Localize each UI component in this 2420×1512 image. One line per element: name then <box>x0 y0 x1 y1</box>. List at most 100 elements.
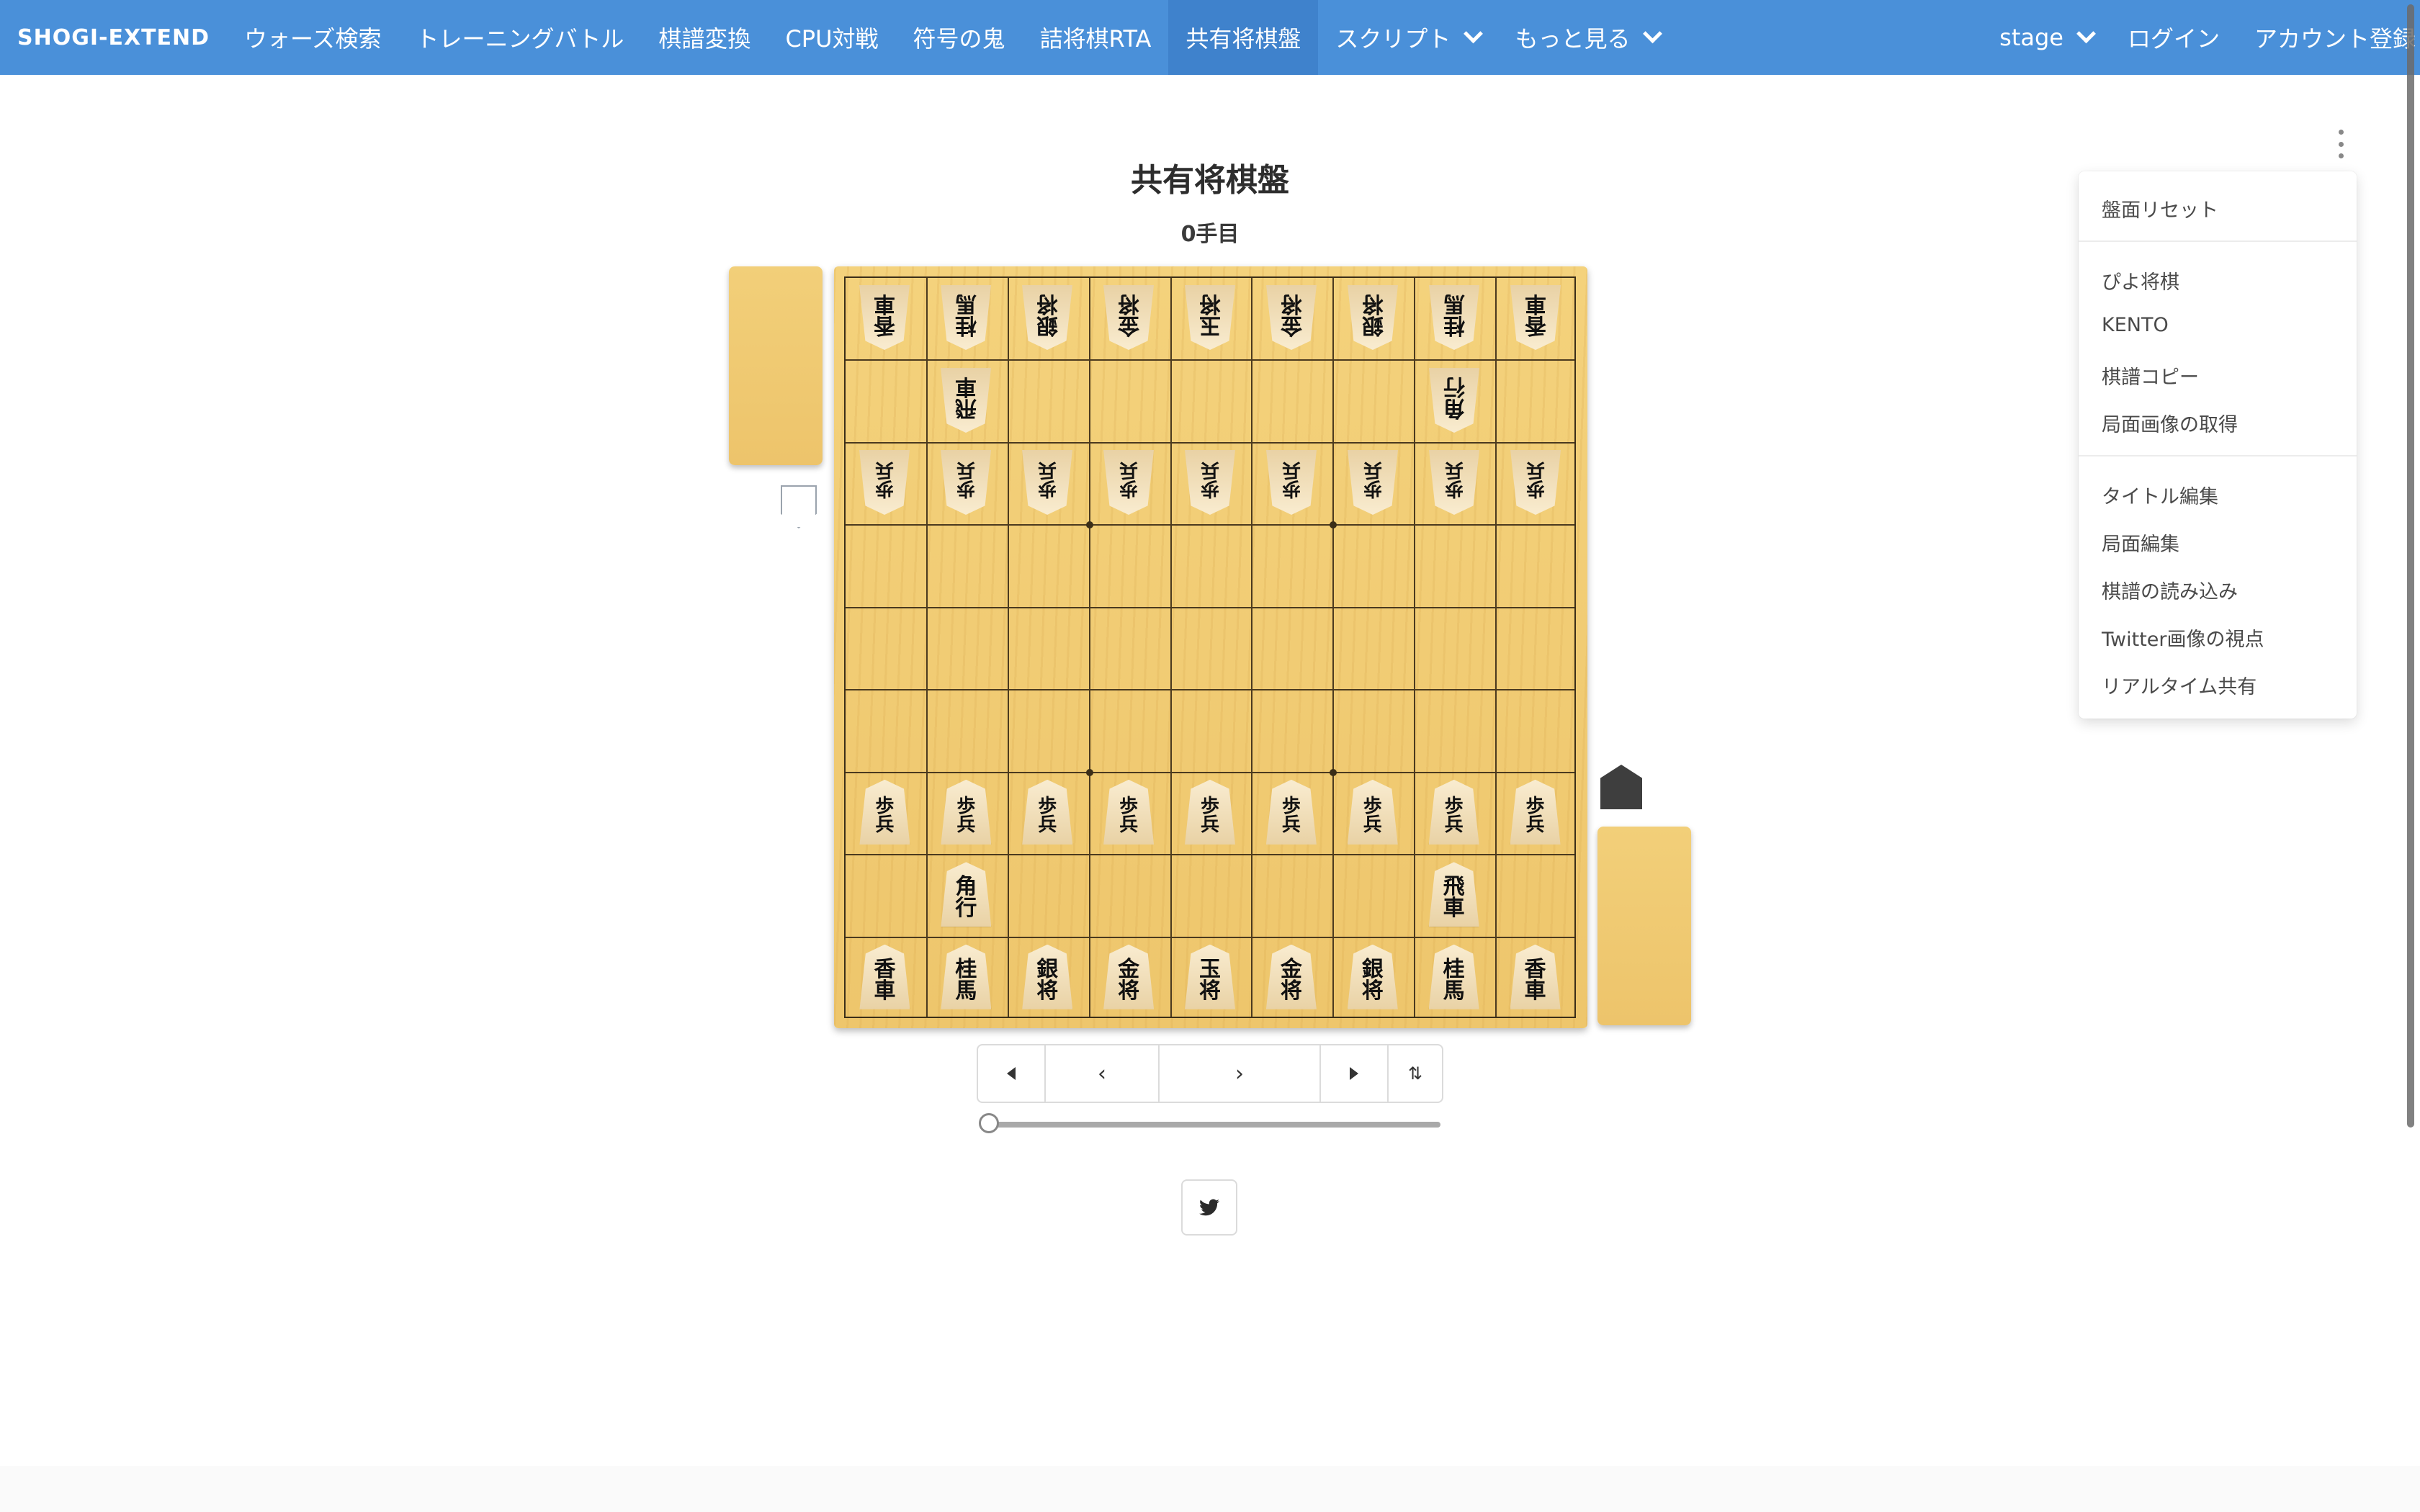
flip-board-icon: ⇅ <box>1407 1063 1423 1084</box>
menu-item-load-kifu[interactable]: 棋譜の読み込み <box>2102 576 2238 604</box>
next-move-button[interactable]: › <box>1160 1045 1321 1102</box>
sente-piece[interactable]: 銀将 <box>1345 943 1400 1011</box>
nav-label: 詰将棋RTA <box>1039 25 1152 53</box>
menu-item-edit-position[interactable]: 局面編集 <box>2102 528 2179 557</box>
nav-item-tsume-rta[interactable]: 詰将棋RTA <box>1023 0 1169 75</box>
sente-piece[interactable]: 飛車 <box>1427 860 1482 928</box>
gote-piece[interactable]: 玉将 <box>1183 284 1237 351</box>
grid-line <box>1251 278 1253 1017</box>
sente-piece[interactable]: 歩兵 <box>857 778 912 846</box>
sente-piece-stand[interactable] <box>1597 827 1691 1025</box>
sente-piece[interactable]: 歩兵 <box>1345 778 1400 846</box>
gote-piece-stand[interactable] <box>729 266 823 465</box>
sente-piece[interactable]: 桂馬 <box>938 943 993 1011</box>
nav-item-stage[interactable]: stage <box>1982 0 2110 75</box>
sente-piece[interactable]: 歩兵 <box>1508 778 1563 846</box>
gote-piece[interactable]: 歩兵 <box>1508 449 1563 516</box>
piece-label: 金将 <box>1266 285 1317 350</box>
brand-logo[interactable]: SHOGI-EXTEND <box>0 0 227 75</box>
gote-piece[interactable]: 歩兵 <box>1101 449 1156 516</box>
nav-item-notation-oni[interactable]: 符号の鬼 <box>896 0 1023 75</box>
menu-item-piyo-shogi[interactable]: ぴよ将棋 <box>2102 266 2179 294</box>
gote-piece[interactable]: 角行 <box>1427 366 1482 434</box>
sente-piece[interactable]: 歩兵 <box>1183 778 1237 846</box>
next-move-icon: › <box>1235 1061 1244 1086</box>
sente-piece[interactable]: 歩兵 <box>1427 778 1482 846</box>
grid-line <box>1170 278 1172 1017</box>
prev-move-button[interactable]: ‹ <box>1046 1045 1160 1102</box>
sente-piece[interactable]: 金将 <box>1101 943 1156 1011</box>
sente-piece[interactable]: 角行 <box>938 860 993 928</box>
menu-item-get-image[interactable]: 局面画像の取得 <box>2102 409 2238 437</box>
menu-item-kento[interactable]: KENTO <box>2102 314 2169 336</box>
flip-board-button[interactable]: ⇅ <box>1389 1045 1442 1102</box>
sente-piece[interactable]: 玉将 <box>1183 943 1237 1011</box>
nav-item-login[interactable]: ログイン <box>2110 0 2237 75</box>
gote-piece[interactable]: 飛車 <box>938 366 993 434</box>
piece-label: 香車 <box>1510 944 1561 1009</box>
gote-piece[interactable]: 金将 <box>1101 284 1156 351</box>
last-move-button[interactable] <box>1321 1045 1389 1102</box>
menu-divider <box>2079 240 2357 242</box>
sente-piece[interactable]: 歩兵 <box>938 778 993 846</box>
tweet-button[interactable] <box>1181 1179 1237 1236</box>
piece-label: 歩兵 <box>1022 779 1073 845</box>
sente-piece[interactable]: 歩兵 <box>1020 778 1075 846</box>
more-options-icon[interactable] <box>2334 130 2348 158</box>
sente-piece[interactable]: 香車 <box>1508 943 1563 1011</box>
navbar-right: stage ログイン アカウント登録 <box>1982 0 2420 75</box>
grid-line <box>1495 278 1497 1017</box>
grid-line <box>846 771 1574 773</box>
menu-item-realtime-share[interactable]: リアルタイム共有 <box>2102 671 2257 699</box>
sente-piece[interactable]: 金将 <box>1264 943 1319 1011</box>
piece-label: 香車 <box>859 944 910 1009</box>
piece-label: 飛車 <box>941 368 991 433</box>
gote-piece[interactable]: 桂馬 <box>938 284 993 351</box>
menu-item-edit-title[interactable]: タイトル編集 <box>2102 481 2218 509</box>
nav-label: スクリプト <box>1335 25 1451 53</box>
nav-item-more[interactable]: もっと見る <box>1497 0 1677 75</box>
sente-piece[interactable]: 香車 <box>857 943 912 1011</box>
gote-piece[interactable]: 歩兵 <box>1264 449 1319 516</box>
gote-piece[interactable]: 銀将 <box>1020 284 1075 351</box>
sente-piece[interactable]: 銀将 <box>1020 943 1075 1011</box>
nav-item-share-board[interactable]: 共有将棋盤 <box>1168 0 1319 75</box>
nav-item-cpu-battle[interactable]: CPU対戦 <box>768 0 895 75</box>
sente-piece[interactable]: 歩兵 <box>1264 778 1319 846</box>
grid-line <box>846 524 1574 526</box>
piece-label: 歩兵 <box>1022 450 1072 515</box>
last-move-icon <box>1350 1067 1358 1080</box>
gote-piece[interactable]: 歩兵 <box>1345 449 1400 516</box>
first-move-button[interactable] <box>978 1045 1046 1102</box>
first-move-icon <box>1007 1067 1016 1080</box>
move-slider-thumb[interactable] <box>979 1113 999 1133</box>
gote-piece[interactable]: 銀将 <box>1345 284 1400 351</box>
menu-item-twitter-view[interactable]: Twitter画像の視点 <box>2102 624 2264 652</box>
sente-piece[interactable]: 桂馬 <box>1427 943 1482 1011</box>
options-dropdown-menu: 盤面リセット ぴよ将棋 KENTO 棋譜コピー 局面画像の取得 タイトル編集 局… <box>2079 171 2357 719</box>
nav-item-training-battle[interactable]: トレーニングバトル <box>398 0 641 75</box>
sente-piece[interactable]: 歩兵 <box>1101 778 1156 846</box>
gote-piece[interactable]: 歩兵 <box>938 449 993 516</box>
gote-piece[interactable]: 香車 <box>1508 284 1563 351</box>
gote-piece[interactable]: 香車 <box>857 284 912 351</box>
move-controls: ‹ › ⇅ <box>977 1044 1443 1103</box>
gote-piece[interactable]: 歩兵 <box>1020 449 1075 516</box>
piece-label: 歩兵 <box>1185 779 1235 845</box>
move-slider-track[interactable] <box>988 1122 1440 1128</box>
nav-item-wars-search[interactable]: ウォーズ検索 <box>227 0 398 75</box>
menu-item-copy-kifu[interactable]: 棋譜コピー <box>2102 361 2199 390</box>
gote-piece[interactable]: 金将 <box>1264 284 1319 351</box>
gote-piece[interactable]: 桂馬 <box>1427 284 1482 351</box>
nav-item-signup[interactable]: アカウント登録 <box>2237 0 2420 75</box>
gote-piece[interactable]: 歩兵 <box>1183 449 1237 516</box>
gote-piece[interactable]: 歩兵 <box>1427 449 1482 516</box>
nav-item-kifu-convert[interactable]: 棋譜変換 <box>641 0 768 75</box>
nav-label: トレーニングバトル <box>416 25 624 53</box>
board-star-point <box>1085 521 1093 529</box>
shogi-board[interactable]: 香車桂馬銀将金将玉将金将銀将桂馬香車飛車角行歩兵歩兵歩兵歩兵歩兵歩兵歩兵歩兵歩兵… <box>834 266 1587 1028</box>
grid-line <box>846 441 1574 444</box>
menu-item-reset-board[interactable]: 盤面リセット <box>2102 194 2218 222</box>
nav-item-scripts[interactable]: スクリプト <box>1318 0 1497 75</box>
gote-piece[interactable]: 歩兵 <box>857 449 912 516</box>
